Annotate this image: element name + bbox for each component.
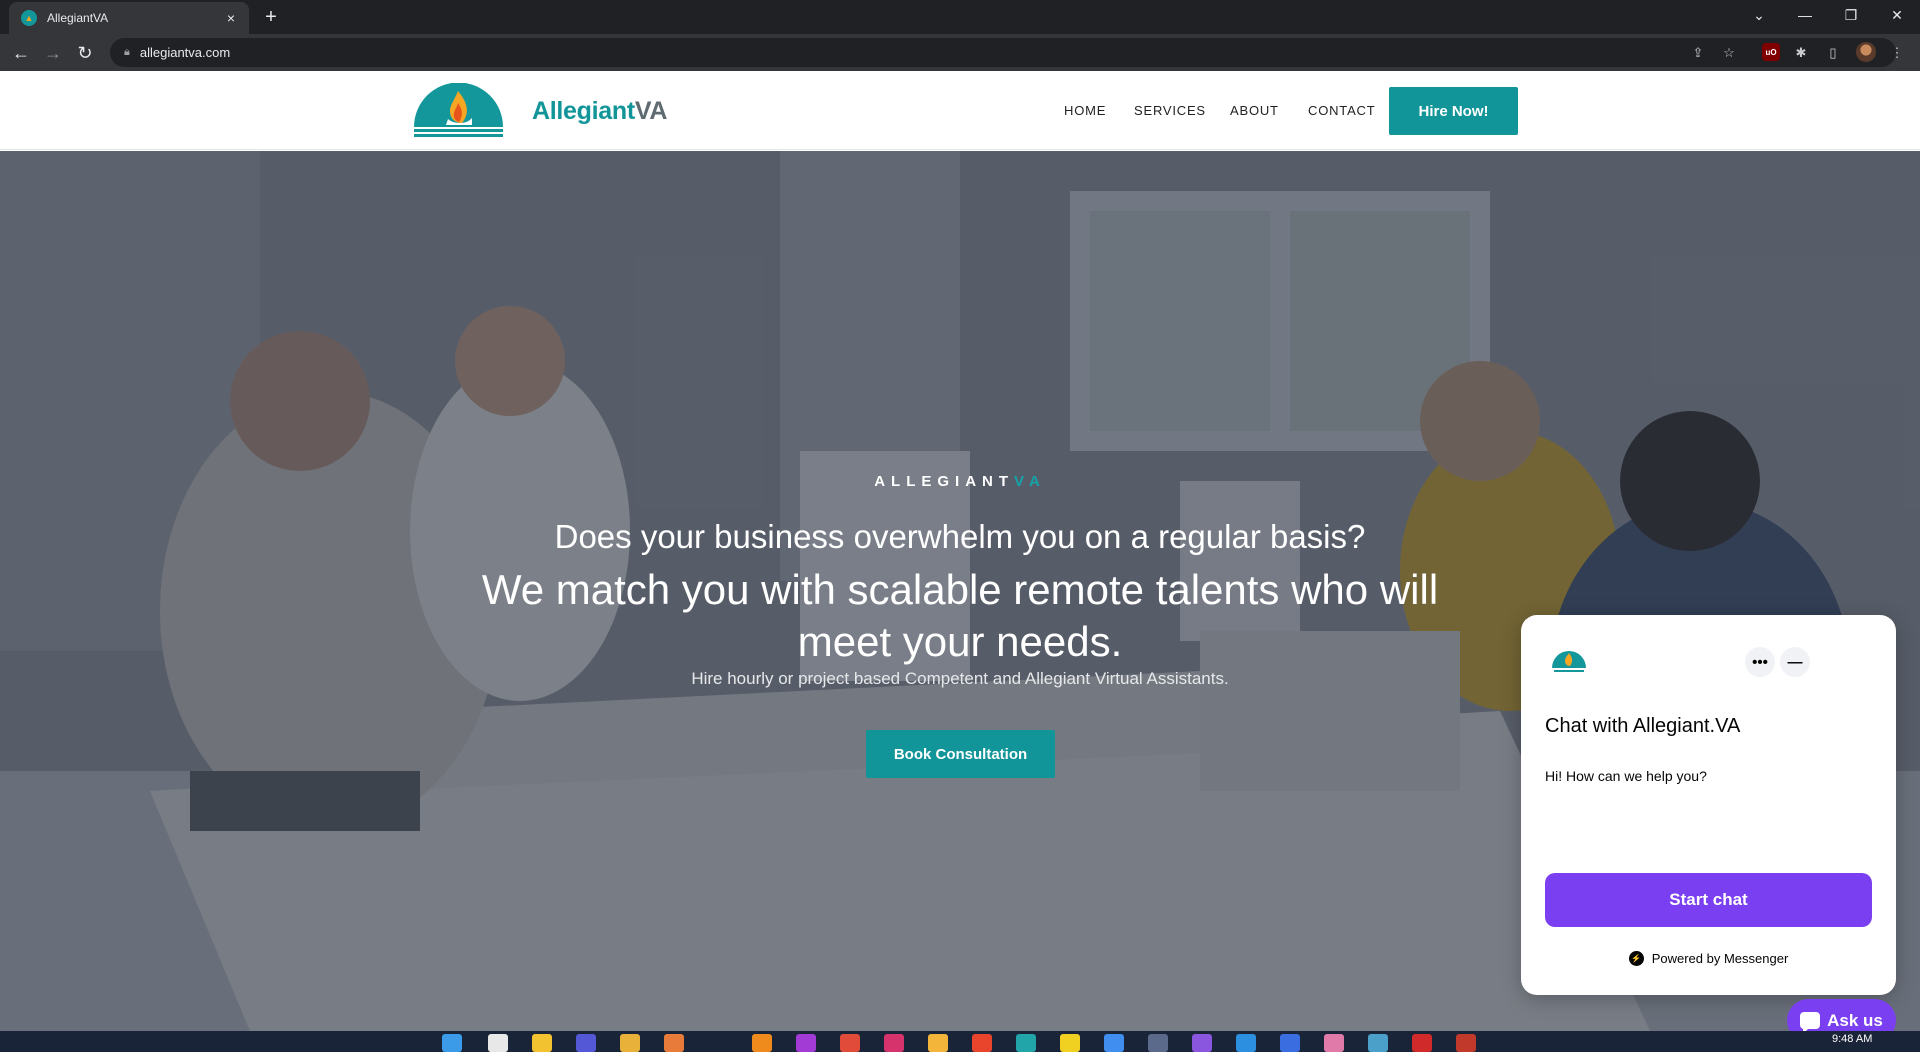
browser-tab-bar: ▲ AllegiantVA × + ⌄ — ❐ ✕ bbox=[0, 0, 1920, 34]
taskbar-app-icon[interactable] bbox=[1412, 1034, 1432, 1052]
messenger-icon: ⚡ bbox=[1628, 951, 1644, 966]
chat-greeting: Hi! How can we help you? bbox=[1545, 768, 1707, 784]
website-viewport: AllegiantVA HOME SERVICES ABOUT CONTACT … bbox=[0, 71, 1920, 1031]
powered-by-text: Powered by Messenger bbox=[1651, 951, 1789, 966]
taskbar-app-icon[interactable] bbox=[532, 1034, 552, 1052]
address-bar[interactable]: 🔒︎ allegiantva.com bbox=[110, 38, 1896, 67]
ask-us-button[interactable]: Ask us bbox=[1787, 999, 1896, 1031]
taskbar-app-icon[interactable] bbox=[1368, 1034, 1388, 1052]
eyebrow-suffix: VA bbox=[1014, 473, 1046, 490]
taskbar-app-icon[interactable] bbox=[664, 1034, 684, 1052]
new-tab-button[interactable]: + bbox=[258, 4, 284, 30]
taskbar-app-icon[interactable] bbox=[884, 1034, 904, 1052]
site-header: AllegiantVA HOME SERVICES ABOUT CONTACT … bbox=[0, 71, 1920, 150]
brand-name[interactable]: AllegiantVA bbox=[532, 97, 667, 126]
hero-question: Does your business overwhelm you on a re… bbox=[554, 518, 1366, 555]
eyebrow-main: ALLEGIANT bbox=[874, 473, 1015, 490]
start-chat-button[interactable]: Start chat bbox=[1545, 873, 1872, 927]
tab-search-icon[interactable]: ⌄ bbox=[1736, 0, 1782, 30]
hire-now-button[interactable]: Hire Now! bbox=[1389, 87, 1518, 135]
windows-taskbar: 9:48 AM bbox=[0, 1031, 1920, 1052]
taskbar-app-icon[interactable] bbox=[1060, 1034, 1080, 1052]
file-explorer-icon[interactable] bbox=[620, 1034, 640, 1052]
chat-more-options-icon[interactable]: ••• bbox=[1745, 647, 1775, 677]
minimize-window-icon[interactable]: — bbox=[1782, 0, 1828, 30]
ask-us-label: Ask us bbox=[1827, 1010, 1883, 1030]
lock-icon: 🔒︎ bbox=[124, 46, 130, 58]
chrome-icon[interactable] bbox=[840, 1034, 860, 1052]
share-icon[interactable]: ⇪ bbox=[1688, 43, 1708, 63]
hero-section: ALLEGIANTVA Does your business overwhelm… bbox=[0, 151, 1920, 1031]
site-favicon-icon: ▲ bbox=[21, 10, 37, 26]
browser-toolbar: ← → ↻ 🔒︎ allegiantva.com ⇪ ☆ uO ✱ ▯ ⋮ bbox=[0, 34, 1920, 71]
browser-menu-icon[interactable]: ⋮ bbox=[1887, 43, 1907, 63]
side-panel-icon[interactable]: ▯ bbox=[1823, 43, 1843, 63]
hero-headline: We match you with scalable remote talent… bbox=[481, 566, 1439, 665]
restore-window-icon[interactable]: ❐ bbox=[1828, 0, 1874, 30]
brand-main: Allegiant bbox=[532, 97, 635, 125]
ublock-extension-icon[interactable]: uO bbox=[1762, 43, 1780, 61]
extensions-puzzle-icon[interactable]: ✱ bbox=[1791, 43, 1811, 63]
start-menu-icon[interactable] bbox=[442, 1034, 462, 1052]
nav-contact[interactable]: CONTACT bbox=[1308, 103, 1375, 118]
taskbar-app-icon[interactable] bbox=[972, 1034, 992, 1052]
chat-bubble-icon bbox=[1800, 1012, 1821, 1031]
messenger-chat-widget: ••• — Chat with Allegiant.VA Hi! How can… bbox=[1521, 615, 1896, 995]
tab-close-icon[interactable]: × bbox=[223, 10, 239, 26]
reload-icon[interactable]: ↻ bbox=[71, 39, 99, 67]
chat-minimize-icon[interactable]: — bbox=[1780, 647, 1810, 677]
taskbar-app-icon[interactable] bbox=[1148, 1034, 1168, 1052]
close-window-icon[interactable]: ✕ bbox=[1874, 0, 1920, 30]
browser-tab[interactable]: ▲ AllegiantVA × bbox=[9, 2, 249, 34]
taskbar-app-icon[interactable] bbox=[796, 1034, 816, 1052]
chat-avatar-logo bbox=[1548, 642, 1590, 684]
taskbar-app-icon[interactable] bbox=[1016, 1034, 1036, 1052]
forward-arrow-icon[interactable]: → bbox=[39, 39, 67, 67]
bookmark-star-icon[interactable]: ☆ bbox=[1719, 43, 1739, 63]
taskbar-app-icon[interactable] bbox=[1280, 1034, 1300, 1052]
allegiantva-logo[interactable] bbox=[412, 83, 505, 140]
powered-by-messenger[interactable]: ⚡ Powered by Messenger bbox=[1521, 951, 1896, 966]
vscode-icon[interactable] bbox=[1236, 1034, 1256, 1052]
taskbar-app-icon[interactable] bbox=[752, 1034, 772, 1052]
taskbar-clock[interactable]: 9:48 AM bbox=[1832, 1033, 1872, 1045]
taskbar-app-icon[interactable] bbox=[576, 1034, 596, 1052]
url-text: allegiantva.com bbox=[139, 45, 231, 60]
taskbar-app-icon[interactable] bbox=[1324, 1034, 1344, 1052]
taskbar-app-icon[interactable] bbox=[488, 1034, 508, 1052]
hero-eyebrow: ALLEGIANTVA bbox=[0, 473, 1920, 490]
nav-home[interactable]: HOME bbox=[1064, 103, 1106, 118]
back-arrow-icon[interactable]: ← bbox=[7, 39, 35, 67]
tab-title: AllegiantVA bbox=[47, 11, 109, 25]
brand-suffix: VA bbox=[634, 97, 668, 125]
profile-avatar[interactable] bbox=[1856, 42, 1876, 62]
taskbar-app-icon[interactable] bbox=[1104, 1034, 1124, 1052]
taskbar-app-icon[interactable] bbox=[1456, 1034, 1476, 1052]
chat-title: Chat with Allegiant.VA bbox=[1545, 715, 1741, 737]
book-consultation-button[interactable]: Book Consultation bbox=[866, 730, 1055, 778]
taskbar-app-icon[interactable] bbox=[1192, 1034, 1212, 1052]
nav-about[interactable]: ABOUT bbox=[1230, 103, 1279, 118]
nav-services[interactable]: SERVICES bbox=[1134, 103, 1206, 118]
taskbar-app-icon[interactable] bbox=[928, 1034, 948, 1052]
